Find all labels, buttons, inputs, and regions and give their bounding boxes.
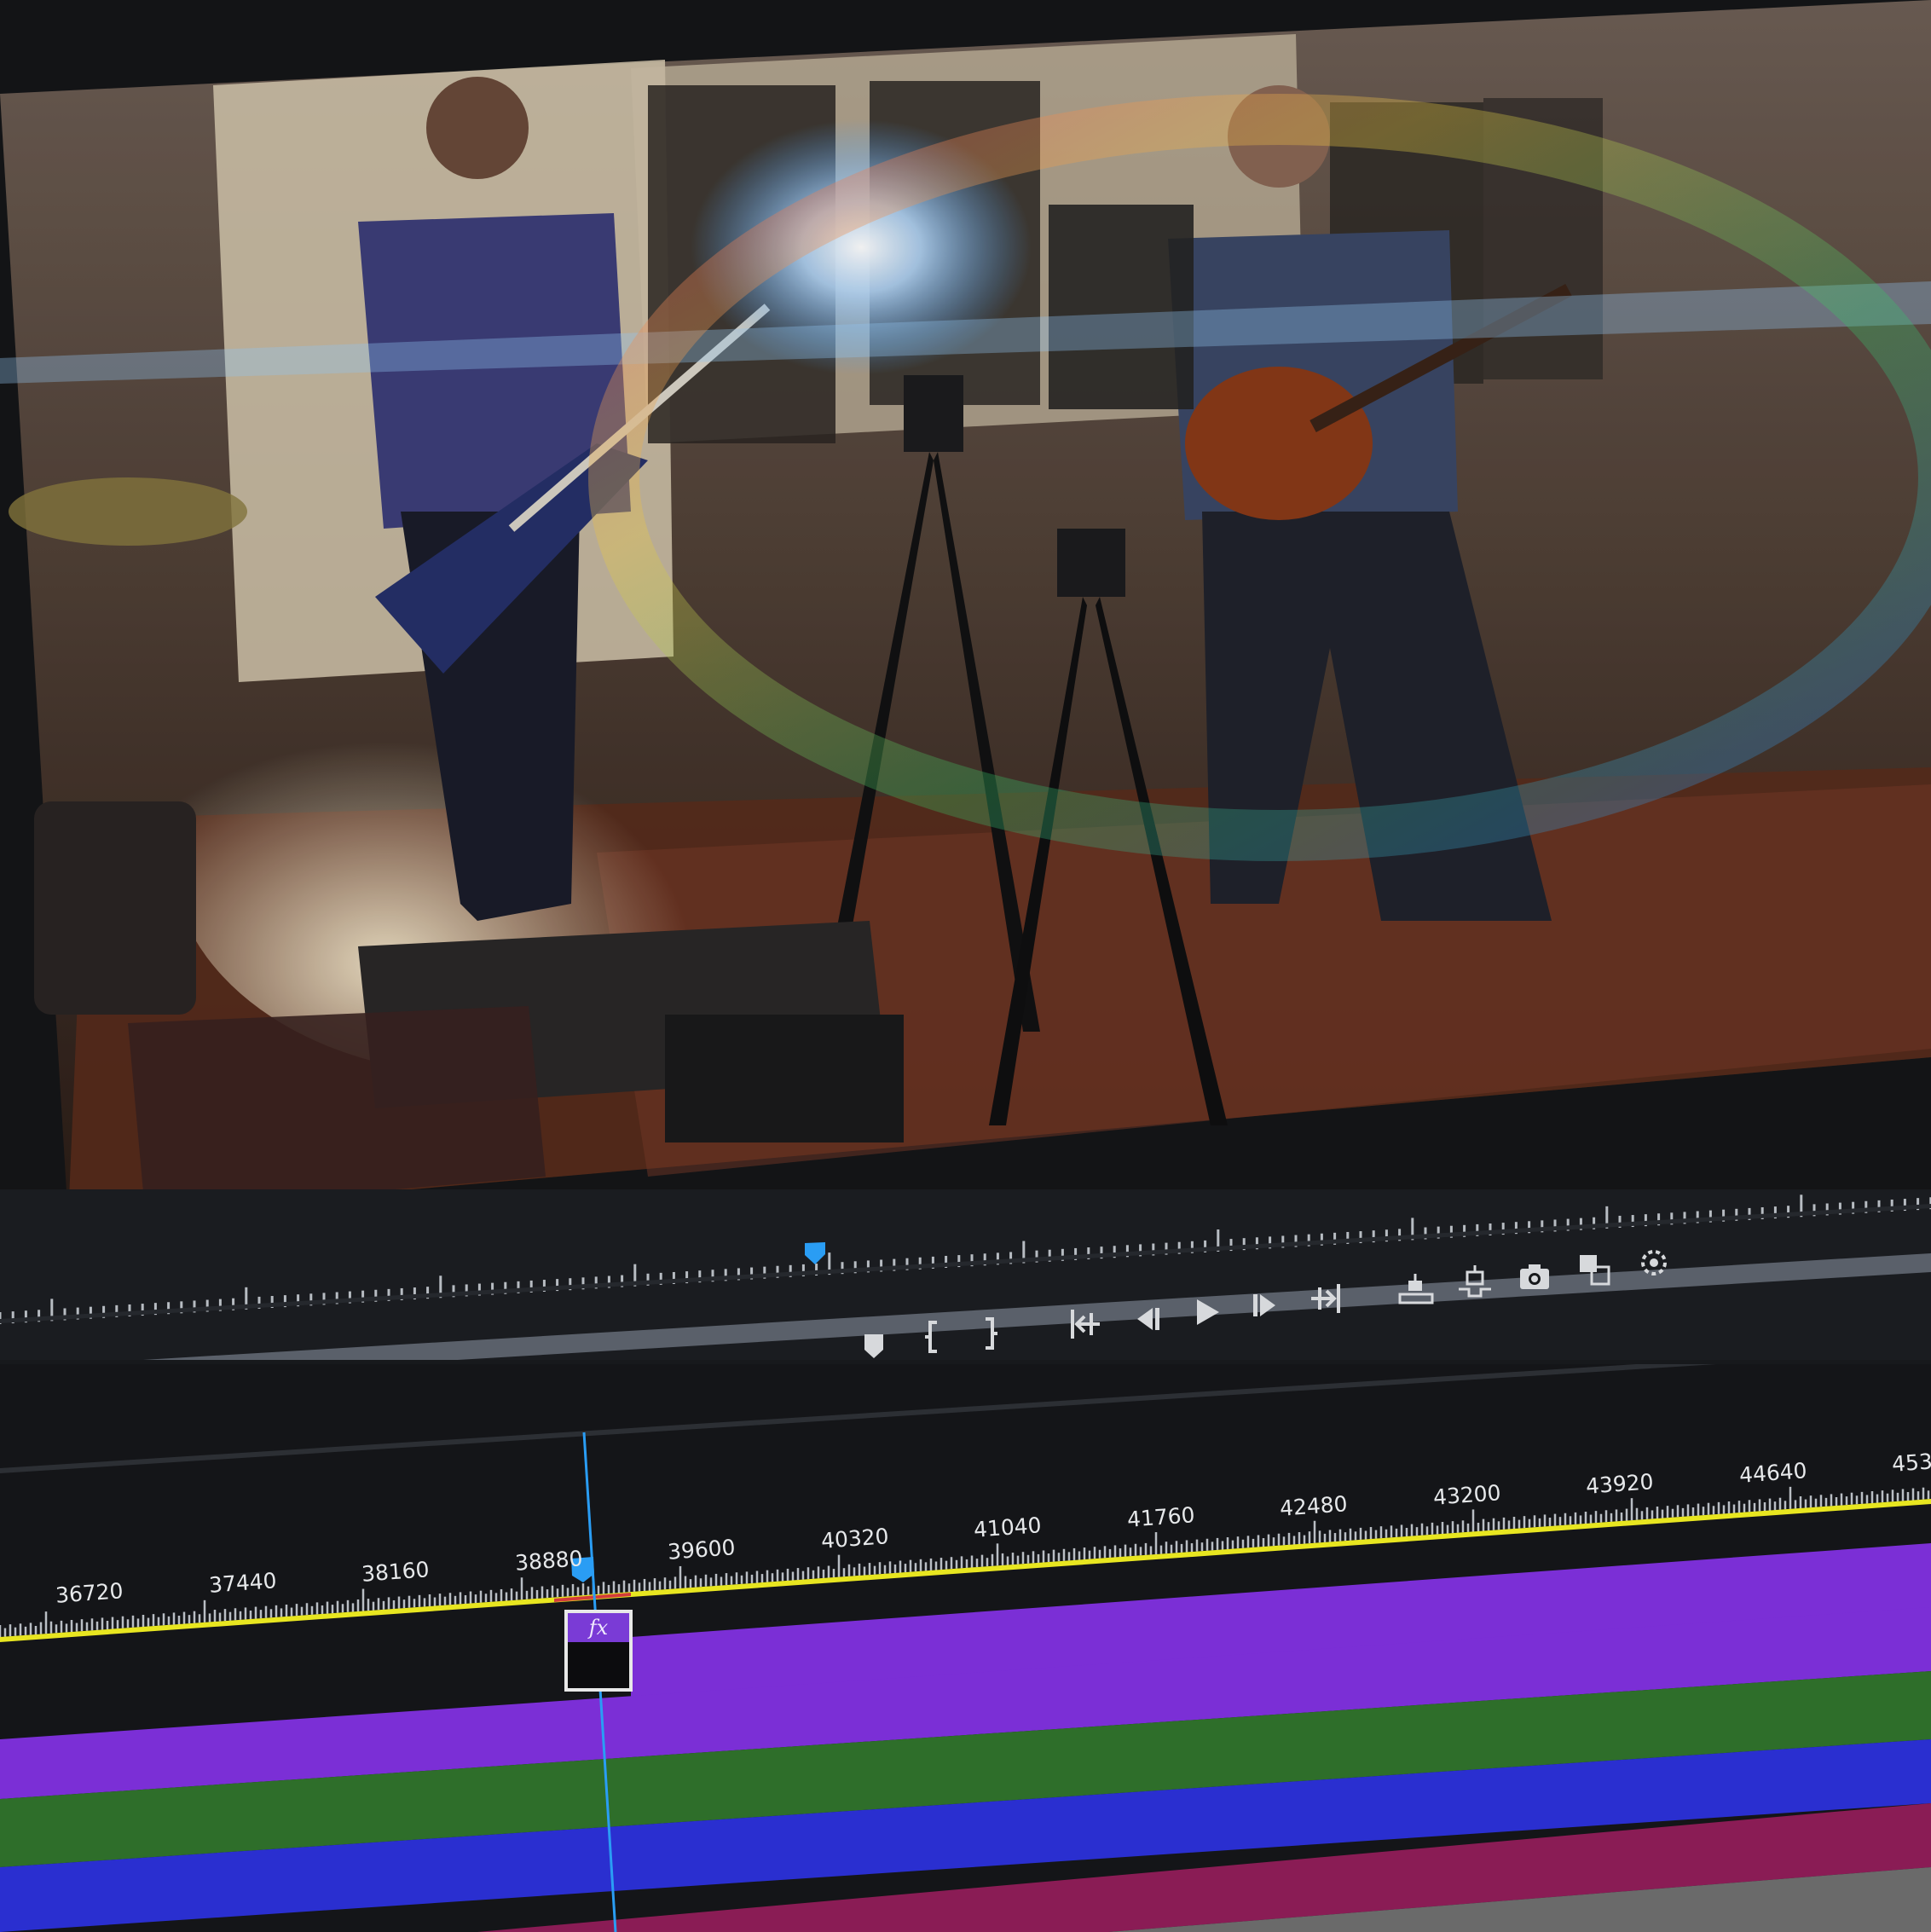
step-forward-button[interactable] <box>1246 1286 1286 1325</box>
ruler-timecode-label: 39600 <box>667 1535 737 1565</box>
ruler-timecode-label: 41760 <box>1125 1501 1195 1532</box>
ruler-timecode-label: 38160 <box>361 1557 431 1587</box>
mark-out-button[interactable] <box>970 1314 1009 1353</box>
export-frame-button[interactable] <box>1515 1257 1554 1296</box>
extract-icon <box>1459 1265 1491 1298</box>
ruler-timecode-label: 40320 <box>819 1524 889 1554</box>
mark-in-icon <box>925 1321 937 1353</box>
program-monitor <box>0 0 1931 1236</box>
sequence-timeline[interactable] <box>0 1364 1931 1932</box>
ruler-timecode-label: 43920 <box>1585 1469 1655 1499</box>
add-marker-button[interactable] <box>854 1326 893 1365</box>
go-to-in-icon <box>1071 1310 1100 1339</box>
go-to-out-button[interactable] <box>1306 1279 1345 1318</box>
comparison-view-button[interactable] <box>1575 1250 1614 1289</box>
mark-in-button[interactable] <box>915 1317 954 1356</box>
comparison-view-icon <box>1580 1255 1610 1286</box>
go-to-out-icon <box>1311 1284 1340 1313</box>
ruler-timecode-label: 38880 <box>513 1546 583 1576</box>
fx-clip[interactable]: fx <box>564 1610 633 1692</box>
video-frame <box>0 0 1931 1236</box>
play-button[interactable] <box>1187 1293 1226 1332</box>
timeline-graphic <box>0 1364 1931 1932</box>
settings-icon <box>1641 1250 1667 1275</box>
step-back-button[interactable] <box>1127 1299 1166 1339</box>
ruler-timecode-label: 43200 <box>1431 1480 1501 1510</box>
camera-icon <box>1520 1264 1549 1289</box>
mark-out-icon <box>986 1317 997 1350</box>
lift-icon <box>1398 1274 1434 1304</box>
step-back-icon <box>1137 1308 1159 1330</box>
ruler-timecode-label: 45360 <box>1891 1447 1931 1478</box>
settings-button[interactable] <box>1634 1243 1674 1282</box>
premiere-workspace: 36720 37440 38160 38880 39600 40320 41040 41760… <box>0 0 1931 1932</box>
step-forward-icon <box>1253 1294 1275 1316</box>
play-icon <box>1197 1299 1219 1325</box>
ruler-timecode-label: 42480 <box>1279 1491 1349 1521</box>
fx-badge: fx <box>588 1616 609 1640</box>
ruler-timecode-label: 44640 <box>1737 1458 1807 1489</box>
go-to-in-button[interactable] <box>1066 1304 1105 1344</box>
marker-icon <box>864 1334 883 1358</box>
extract-button[interactable] <box>1455 1264 1495 1303</box>
lift-button[interactable] <box>1396 1270 1436 1310</box>
ruler-timecode-label: 37440 <box>207 1567 277 1598</box>
